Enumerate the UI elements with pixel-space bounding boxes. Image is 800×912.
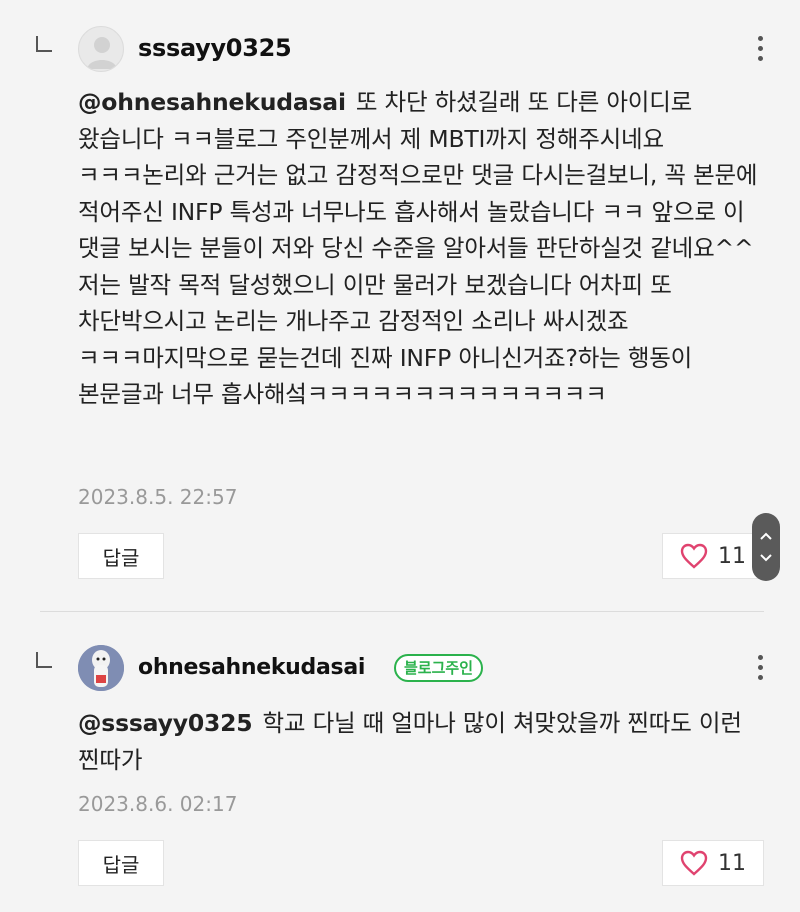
default-avatar-icon — [87, 37, 117, 69]
reply-button[interactable]: 답글 — [78, 533, 164, 579]
reply-arrow-icon — [36, 652, 52, 668]
reply-arrow-icon — [36, 36, 52, 52]
chevron-up-icon — [760, 532, 772, 540]
like-count: 11 — [718, 543, 746, 569]
comment-date: 2023.8.6. 02:17 — [78, 792, 238, 816]
like-count: 11 — [718, 850, 746, 876]
comment-date: 2023.8.5. 22:57 — [78, 485, 238, 509]
comment-mention[interactable]: @sssayy0325 — [78, 709, 253, 737]
comment-author[interactable]: ohnesahnekudasai — [138, 655, 365, 680]
more-options-icon[interactable] — [752, 36, 768, 61]
comment-text: 또 차단 하셨길래 또 다른 아이디로 왔습니다 ㅋㅋ블로그 주인분께서 제 M… — [78, 88, 758, 408]
alpaca-avatar-icon — [78, 645, 124, 691]
more-options-icon[interactable] — [752, 655, 768, 680]
comment-author[interactable]: sssayy0325 — [138, 34, 292, 62]
scroll-handle[interactable] — [752, 513, 780, 581]
comment-2: ohnesahnekudasai 블로그주인 @sssayy0325 학교 다닐 … — [0, 612, 800, 912]
comment-1: sssayy0325 @ohnesahnekudasai 또 차단 하셨길래 또 … — [0, 0, 800, 600]
heart-icon — [680, 850, 708, 876]
comment-body: @ohnesahnekudasai 또 차단 하셨길래 또 다른 아이디로 왔습니… — [78, 84, 768, 413]
like-button[interactable]: 11 — [662, 533, 764, 579]
comment-mention[interactable]: @ohnesahnekudasai — [78, 88, 346, 116]
avatar[interactable] — [78, 645, 124, 691]
chevron-down-icon — [760, 554, 772, 562]
reply-button[interactable]: 답글 — [78, 840, 164, 886]
like-button[interactable]: 11 — [662, 840, 764, 886]
heart-icon — [680, 543, 708, 569]
comment-body: @sssayy0325 학교 다닐 때 얼마나 많이 쳐맞았을까 찐따도 이런 찐… — [78, 705, 768, 778]
blog-owner-badge: 블로그주인 — [394, 654, 484, 682]
avatar[interactable] — [78, 26, 124, 72]
